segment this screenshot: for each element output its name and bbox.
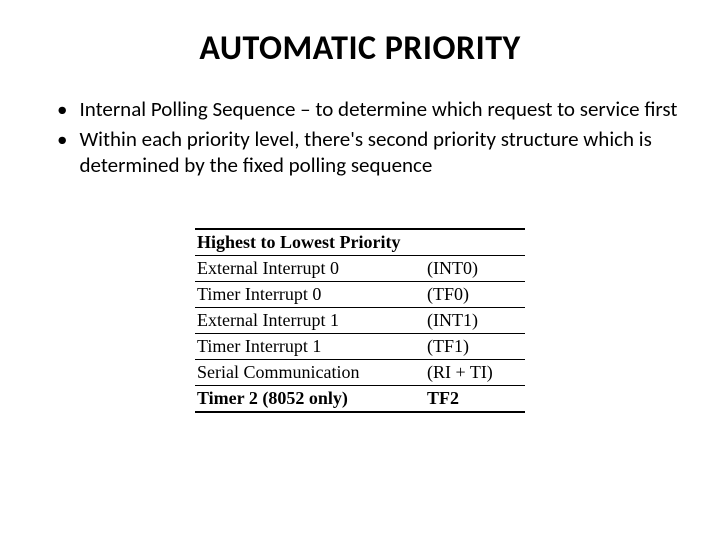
priority-table: Highest to Lowest Priority External Inte… [195,228,525,413]
priority-table-wrap: Highest to Lowest Priority External Inte… [35,228,685,413]
bullet-marker: • [57,97,67,123]
table-row: External Interrupt 1 (INT1) [195,308,525,334]
cell-name: External Interrupt 0 [195,256,425,282]
cell-code: (INT0) [425,256,525,282]
table-row: Timer Interrupt 1 (TF1) [195,334,525,360]
cell-code: TF2 [425,386,525,413]
bullet-list: • Internal Polling Sequence – to determi… [57,97,685,178]
cell-name: Timer Interrupt 0 [195,282,425,308]
cell-name: Timer Interrupt 1 [195,334,425,360]
table-row: Timer 2 (8052 only) TF2 [195,386,525,413]
cell-name: External Interrupt 1 [195,308,425,334]
page-title: AUTOMATIC PRIORITY [35,28,685,69]
cell-code: (TF0) [425,282,525,308]
cell-code: (INT1) [425,308,525,334]
table-header-row: Highest to Lowest Priority [195,229,525,256]
bullet-text: Internal Polling Sequence – to determine… [79,97,685,123]
list-item: • Within each priority level, there's se… [57,127,685,179]
cell-code: (RI + TI) [425,360,525,386]
cell-name: Serial Communication [195,360,425,386]
list-item: • Internal Polling Sequence – to determi… [57,97,685,123]
cell-code: (TF1) [425,334,525,360]
bullet-marker: • [57,127,67,179]
bullet-text: Within each priority level, there's seco… [79,127,685,179]
table-row: Timer Interrupt 0 (TF0) [195,282,525,308]
cell-name: Timer 2 (8052 only) [195,386,425,413]
table-header: Highest to Lowest Priority [195,229,525,256]
table-row: Serial Communication (RI + TI) [195,360,525,386]
table-row: External Interrupt 0 (INT0) [195,256,525,282]
